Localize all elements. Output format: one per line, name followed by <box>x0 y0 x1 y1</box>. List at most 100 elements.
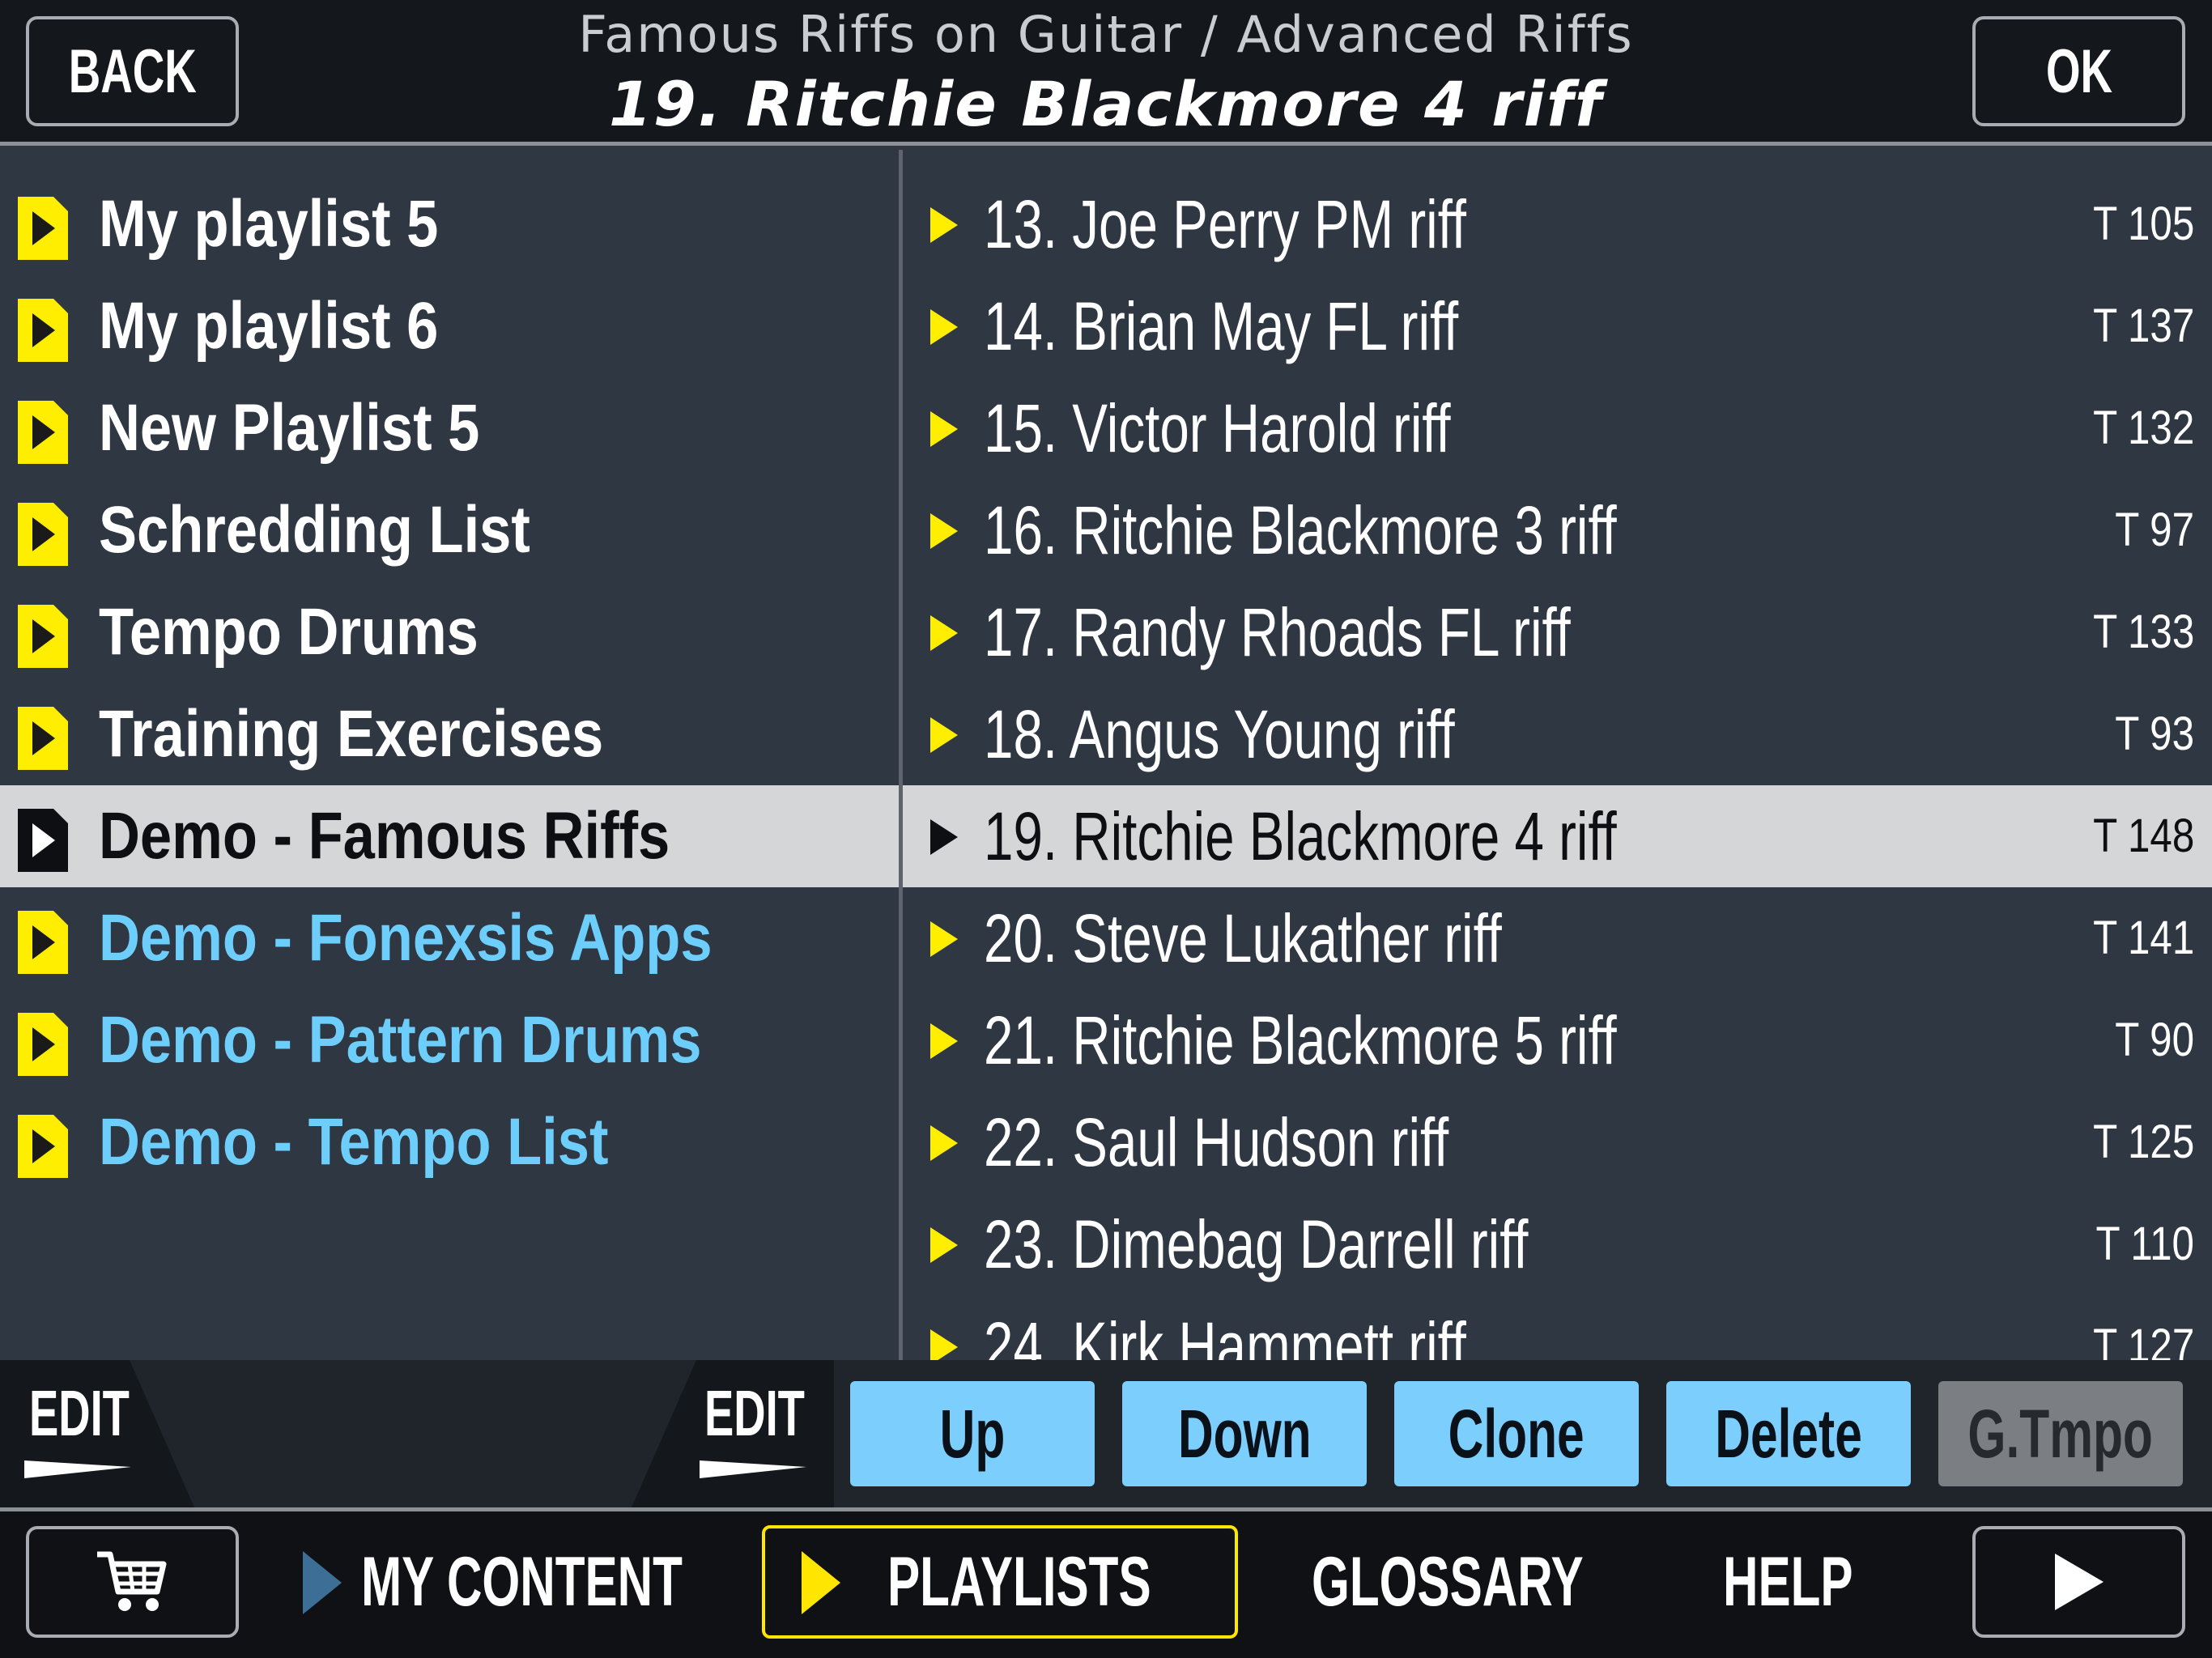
song-item-label: 19. Ritchie Blackmore 4 riff <box>984 798 1617 874</box>
nav-glossary[interactable]: GLOSSARY <box>1312 1526 1584 1638</box>
playlist-document-icon <box>18 707 68 770</box>
playlist-item-label: Demo - Famous Riffs <box>99 799 670 873</box>
right-edit-label: EDIT <box>704 1377 805 1449</box>
song-item-tempo: T 93 <box>2115 708 2194 760</box>
play-button[interactable] <box>1972 1526 2185 1638</box>
nav-my-content[interactable]: MY CONTENT <box>361 1526 683 1638</box>
playlist-item-label: Demo - Fonexsis Apps <box>99 901 713 975</box>
play-icon <box>2054 1554 2104 1610</box>
clone-button-label: Clone <box>1448 1395 1585 1472</box>
playlist-item[interactable]: My playlist 6 <box>0 275 899 377</box>
song-item-tempo: T 133 <box>2092 606 2194 658</box>
song-item-tempo: T 148 <box>2092 810 2194 862</box>
playlist-item-label: Demo - Tempo List <box>99 1105 609 1179</box>
left-edit-arrow-icon <box>24 1460 131 1478</box>
playlist-item-label: Demo - Pattern Drums <box>99 1003 702 1077</box>
playlist-document-icon <box>18 503 68 566</box>
song-play-icon <box>930 1227 958 1263</box>
down-button[interactable]: Down <box>1122 1381 1367 1486</box>
song-item-label: 13. Joe Perry PM riff <box>984 186 1466 262</box>
song-item-label: 16. Ritchie Blackmore 3 riff <box>984 492 1617 568</box>
song-play-icon <box>930 411 958 447</box>
song-play-icon <box>930 717 958 753</box>
my-content-arrow-icon <box>303 1551 342 1614</box>
song-item-label: 18. Angus Young riff <box>984 696 1455 772</box>
playlists-arrow-icon <box>802 1551 840 1614</box>
song-item-label: 15. Victor Harold riff <box>984 390 1451 466</box>
song-item[interactable]: 14. Brian May FL riff T 137 <box>903 275 2212 377</box>
ok-button-label: OK <box>2045 36 2112 106</box>
song-item[interactable]: 23. Dimebag Darrell riff T 110 <box>903 1193 2212 1295</box>
playlist-list[interactable]: My playlist 5 My playlist 6 New Playlist 5… <box>0 150 899 1360</box>
clone-button[interactable]: Clone <box>1394 1381 1639 1486</box>
song-item[interactable]: 24. Kirk Hammett riff T 127 <box>903 1295 2212 1360</box>
song-item-tempo: T 105 <box>2092 198 2194 250</box>
playlist-item-label: Tempo Drums <box>99 595 479 669</box>
delete-button[interactable]: Delete <box>1666 1381 1911 1486</box>
song-item[interactable]: 22. Saul Hudson riff T 125 <box>903 1091 2212 1193</box>
song-play-icon <box>930 1023 958 1059</box>
song-item[interactable]: 18. Angus Young riff T 93 <box>903 683 2212 785</box>
global-tempo-button-label: G.Tmpo <box>1967 1395 2154 1472</box>
song-item-tempo: T 90 <box>2115 1014 2194 1066</box>
breadcrumb: Famous Riffs on Guitar / Advanced Riffs <box>578 5 1634 64</box>
song-play-icon <box>930 819 958 855</box>
song-play-icon <box>930 513 958 549</box>
song-item-tempo: T 97 <box>2115 504 2194 556</box>
ok-button[interactable]: OK <box>1972 16 2185 126</box>
song-item-tempo: T 127 <box>2092 1320 2194 1360</box>
song-item[interactable]: 20. Steve Lukather riff T 141 <box>903 887 2212 989</box>
playlist-item[interactable]: Demo - Tempo List <box>0 1091 899 1193</box>
playlist-document-icon <box>18 401 68 464</box>
song-play-icon <box>930 615 958 651</box>
song-item[interactable]: 13. Joe Perry PM riff T 105 <box>903 173 2212 275</box>
shopping-cart-icon <box>96 1551 166 1611</box>
song-list[interactable]: 13. Joe Perry PM riff T 105 14. Brian May … <box>903 150 2212 1360</box>
down-button-label: Down <box>1177 1395 1312 1472</box>
playlist-document-icon <box>18 1013 68 1076</box>
playlist-item[interactable]: Tempo Drums <box>0 581 899 683</box>
playlist-item[interactable]: New Playlist 5 <box>0 377 899 479</box>
song-play-icon <box>930 309 958 345</box>
playlist-item-label: My playlist 6 <box>99 289 439 363</box>
playlist-item-label: Training Exercises <box>99 697 604 771</box>
song-item-label: 24. Kirk Hammett riff <box>984 1308 1466 1360</box>
song-item-label: 17. Randy Rhoads FL riff <box>984 594 1571 670</box>
playlist-item-label: New Playlist 5 <box>99 391 480 465</box>
global-tempo-button[interactable]: G.Tmpo <box>1938 1381 2183 1486</box>
nav-playlists-label: PLAYLISTS <box>887 1543 1151 1621</box>
playlist-document-icon <box>18 911 68 974</box>
playlist-document-icon <box>18 1115 68 1178</box>
playlist-item[interactable]: Demo - Pattern Drums <box>0 989 899 1091</box>
song-item-label: 22. Saul Hudson riff <box>984 1104 1449 1180</box>
playlist-item[interactable]: Training Exercises <box>0 683 899 785</box>
playlist-item[interactable]: Schredding List <box>0 479 899 581</box>
song-item[interactable]: 16. Ritchie Blackmore 3 riff T 97 <box>903 479 2212 581</box>
playlist-document-icon <box>18 299 68 362</box>
header-bar: BACK Famous Riffs on Guitar / Advanced R… <box>0 0 2212 146</box>
song-item[interactable]: 19. Ritchie Blackmore 4 riff T 148 <box>903 785 2212 887</box>
playlist-item[interactable]: Demo - Famous Riffs <box>0 785 899 887</box>
song-item-tempo: T 125 <box>2092 1116 2194 1168</box>
song-play-icon <box>930 1329 958 1360</box>
playlist-document-icon <box>18 197 68 260</box>
left-edit-tab[interactable]: EDIT <box>0 1360 202 1507</box>
song-play-icon <box>930 921 958 957</box>
song-item[interactable]: 21. Ritchie Blackmore 5 riff T 90 <box>903 989 2212 1091</box>
left-edit-label: EDIT <box>29 1377 130 1449</box>
song-play-icon <box>930 1125 958 1161</box>
nav-help[interactable]: HELP <box>1723 1526 1853 1638</box>
playlist-item[interactable]: My playlist 5 <box>0 173 899 275</box>
song-item-tempo: T 141 <box>2092 912 2194 964</box>
song-item-tempo: T 132 <box>2092 402 2194 454</box>
right-edit-arrow-icon <box>700 1460 806 1478</box>
song-play-icon <box>930 207 958 243</box>
playlist-item-label: My playlist 5 <box>99 187 439 261</box>
up-button[interactable]: Up <box>850 1381 1095 1486</box>
store-button[interactable] <box>26 1526 239 1638</box>
right-edit-tab[interactable]: EDIT <box>632 1360 834 1507</box>
song-item[interactable]: 17. Randy Rhoads FL riff T 133 <box>903 581 2212 683</box>
song-item-label: 20. Steve Lukather riff <box>984 900 1502 976</box>
song-item[interactable]: 15. Victor Harold riff T 132 <box>903 377 2212 479</box>
playlist-item[interactable]: Demo - Fonexsis Apps <box>0 887 899 989</box>
